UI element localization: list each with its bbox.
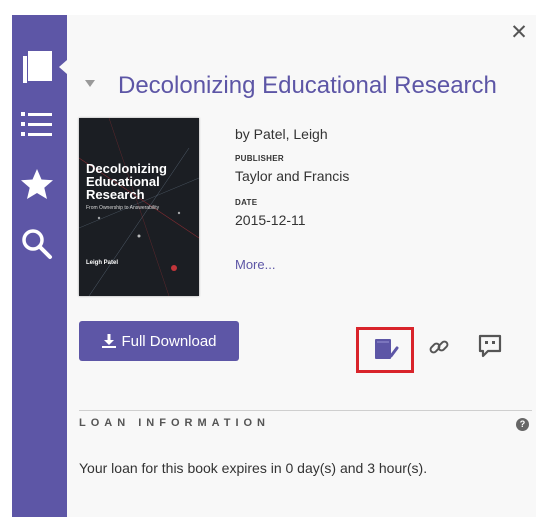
add-to-shelf-icon[interactable] bbox=[373, 337, 399, 363]
publisher-value: Taylor and Francis bbox=[235, 168, 350, 184]
star-icon[interactable] bbox=[20, 168, 54, 200]
comment-icon[interactable] bbox=[477, 333, 503, 359]
link-icon[interactable] bbox=[427, 335, 451, 359]
loan-information-heading: LOAN INFORMATION bbox=[79, 417, 271, 429]
book-cover: Decolonizing Educational Research From O… bbox=[79, 118, 199, 296]
date-value: 2015-12-11 bbox=[235, 212, 306, 228]
help-icon[interactable]: ? bbox=[516, 418, 529, 431]
date-label: DATE bbox=[235, 198, 258, 207]
section-divider bbox=[79, 410, 532, 411]
author-line: by Patel, Leigh bbox=[235, 126, 328, 142]
cover-subtitle: From Ownership to Answerability bbox=[86, 205, 160, 211]
loan-expiry-text: Your loan for this book expires in 0 day… bbox=[79, 460, 428, 476]
search-icon[interactable] bbox=[20, 227, 54, 261]
full-download-label: Full Download bbox=[121, 332, 217, 350]
book-icon[interactable] bbox=[22, 47, 68, 87]
cover-author: Leigh Patel bbox=[86, 260, 119, 266]
book-detail-panel: ✕ Decolonizing Educational Research Deco… bbox=[67, 15, 536, 517]
sidebar bbox=[12, 15, 67, 517]
list-icon[interactable] bbox=[20, 110, 54, 138]
book-title: Decolonizing Educational Research bbox=[118, 72, 497, 99]
full-download-button[interactable]: Full Download bbox=[79, 321, 239, 361]
download-icon bbox=[102, 334, 117, 348]
cover-title: Decolonizing Educational Research bbox=[86, 161, 167, 202]
publisher-label: PUBLISHER bbox=[235, 154, 284, 163]
close-button[interactable]: ✕ bbox=[508, 21, 530, 43]
collapse-caret-icon[interactable] bbox=[84, 79, 96, 89]
more-link[interactable]: More... bbox=[235, 257, 275, 272]
